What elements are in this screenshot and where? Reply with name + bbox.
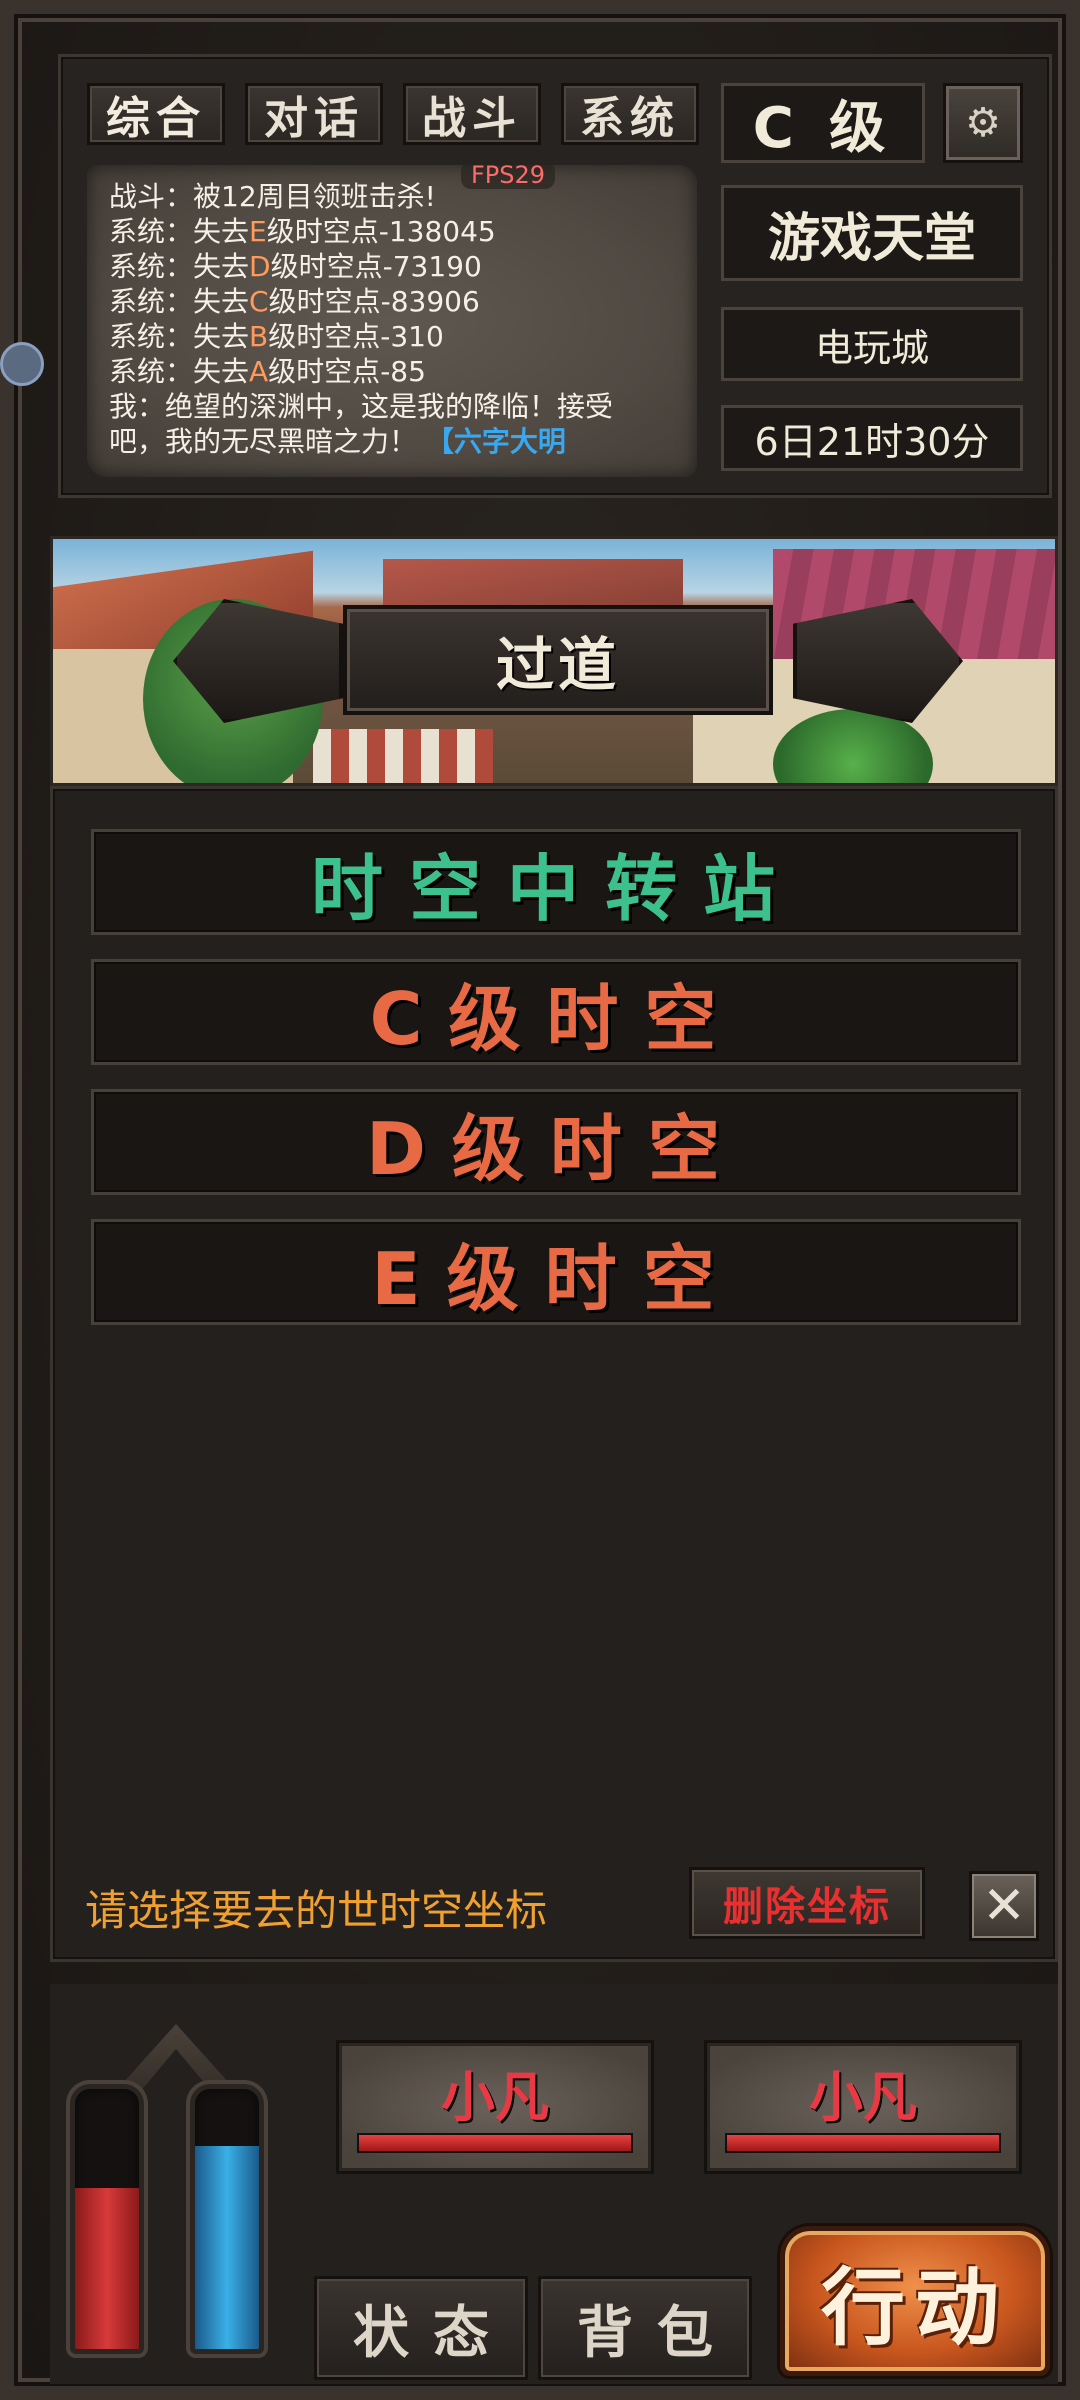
log-value: -83906 bbox=[380, 285, 480, 318]
log-prefix: 系统：失去 bbox=[109, 320, 250, 353]
message-log[interactable]: 战斗：被12周目领班击杀! 系统：失去E级时空点-138045 系统：失去D级时… bbox=[87, 165, 697, 477]
hp-vial bbox=[70, 2084, 144, 2354]
log-line: 战斗：被12周目领班击杀! bbox=[109, 180, 436, 213]
log-grade: B bbox=[249, 320, 269, 353]
target-hp-fill bbox=[727, 2135, 999, 2151]
tab-dialogue[interactable]: 对话 bbox=[245, 83, 383, 145]
target-card[interactable]: 小凡 bbox=[704, 2040, 1022, 2174]
side-handle[interactable] bbox=[0, 342, 44, 386]
destination-d-grade[interactable]: D级时空 bbox=[91, 1089, 1021, 1195]
log-prefix: 系统：失去 bbox=[109, 250, 250, 283]
top-panel: 综合 对话 战斗 系统 战斗：被12周目领班击杀! 系统：失去E级时空点-138… bbox=[58, 54, 1052, 498]
log-value: -138045 bbox=[378, 215, 496, 248]
target-name: 小凡 bbox=[441, 2066, 549, 2129]
target-hp-bar bbox=[357, 2133, 633, 2153]
log-grade: D bbox=[249, 250, 271, 283]
sub-location-label: 电玩城 bbox=[721, 307, 1023, 381]
tab-battle[interactable]: 战斗 bbox=[403, 83, 541, 145]
scene-banner: 过道 bbox=[50, 536, 1058, 786]
log-suffix: 级时空点 bbox=[270, 250, 383, 283]
log-value: -73190 bbox=[382, 250, 482, 283]
location-label: 游戏天堂 bbox=[721, 185, 1023, 281]
target-hp-fill bbox=[359, 2135, 631, 2151]
log-prefix: 系统：失去 bbox=[109, 215, 250, 248]
delete-coordinate-button[interactable]: 删除坐标 bbox=[689, 1867, 925, 1939]
log-grade: C bbox=[249, 285, 269, 318]
log-chat: 吧，我的无尽黑暗之力！ bbox=[109, 425, 418, 458]
target-name: 小凡 bbox=[809, 2066, 917, 2129]
log-grade: A bbox=[249, 355, 269, 388]
close-icon: ✕ bbox=[982, 1876, 1026, 1936]
bag-button[interactable]: 背包 bbox=[538, 2276, 752, 2380]
destination-transfer-station[interactable]: 时空中转站 bbox=[91, 829, 1021, 935]
log-line: 系统：失去C级时空点-83906 bbox=[109, 284, 675, 319]
log-line: 系统：失去B级时空点-310 bbox=[109, 319, 675, 354]
status-button[interactable]: 状态 bbox=[314, 2276, 528, 2380]
action-button[interactable]: 行动 bbox=[780, 2226, 1050, 2376]
log-line: 吧，我的无尽黑暗之力！ 【六字大明 bbox=[109, 424, 675, 459]
log-line: 系统：失去D级时空点-73190 bbox=[109, 249, 675, 284]
log-suffix: 级时空点 bbox=[266, 215, 379, 248]
close-button[interactable]: ✕ bbox=[969, 1871, 1039, 1941]
chat-tabs: 综合 对话 战斗 系统 bbox=[87, 83, 699, 145]
log-grade: E bbox=[249, 215, 267, 248]
log-suffix: 级时空点 bbox=[268, 355, 381, 388]
log-value: -85 bbox=[380, 355, 426, 388]
fps-counter: FPS29 bbox=[461, 161, 556, 189]
target-card[interactable]: 小凡 bbox=[336, 2040, 654, 2174]
tab-system[interactable]: 系统 bbox=[561, 83, 699, 145]
log-line: 我：绝望的深渊中，这是我的降临！接受 bbox=[109, 390, 614, 423]
gear-icon: ⚙ bbox=[965, 100, 1001, 146]
game-frame: 综合 对话 战斗 系统 战斗：被12周目领班击杀! 系统：失去E级时空点-138… bbox=[0, 0, 1080, 2400]
prompt-text: 请选择要去的世时空坐标 bbox=[85, 1886, 548, 1935]
log-prefix: 系统：失去 bbox=[109, 355, 250, 388]
log-highlight: 【六字大明 bbox=[425, 425, 566, 458]
mp-fill bbox=[195, 2146, 259, 2349]
scene-awning bbox=[313, 729, 493, 783]
log-line: 系统：失去E级时空点-138045 bbox=[109, 214, 675, 249]
destination-e-grade[interactable]: E级时空 bbox=[91, 1219, 1021, 1325]
scene-name: 过道 bbox=[343, 605, 773, 715]
mp-vial bbox=[190, 2084, 264, 2354]
log-suffix: 级时空点 bbox=[268, 285, 381, 318]
log-prefix: 系统：失去 bbox=[109, 285, 250, 318]
destination-panel: 时空中转站 C级时空 D级时空 E级时空 请选择要去的世时空坐标 删除坐标 ✕ bbox=[50, 786, 1058, 1962]
bottom-bar: 小凡 小凡 状态 背包 行动 bbox=[50, 1984, 1058, 2384]
game-time: 6日21时30分 bbox=[721, 405, 1023, 471]
log-value: -310 bbox=[380, 320, 444, 353]
grade-label: C 级 bbox=[721, 83, 925, 163]
hp-fill bbox=[75, 2187, 139, 2349]
target-hp-bar bbox=[725, 2133, 1001, 2153]
tab-all[interactable]: 综合 bbox=[87, 83, 225, 145]
destination-c-grade[interactable]: C级时空 bbox=[91, 959, 1021, 1065]
log-line: 系统：失去A级时空点-85 bbox=[109, 354, 675, 389]
log-suffix: 级时空点 bbox=[268, 320, 381, 353]
settings-button[interactable]: ⚙ bbox=[943, 83, 1023, 163]
